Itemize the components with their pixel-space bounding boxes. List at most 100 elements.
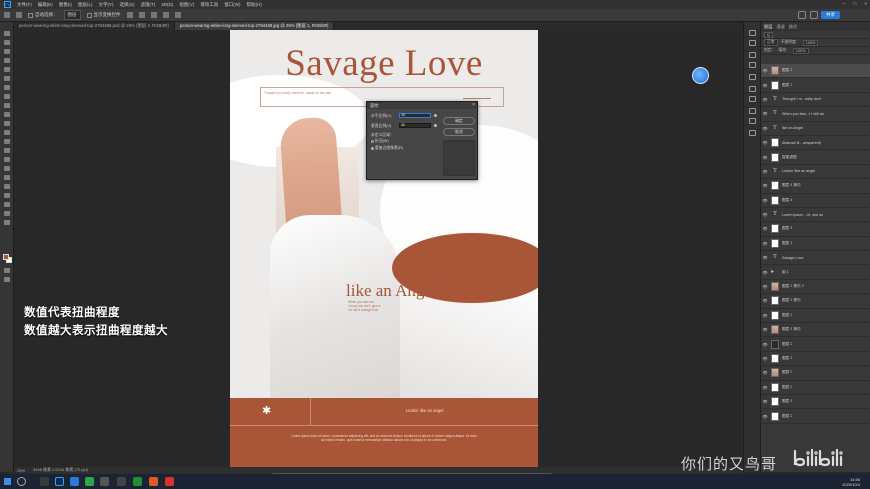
layer-row[interactable]: 👁 图层 4: [761, 194, 870, 208]
visibility-eye-icon[interactable]: 👁: [761, 327, 769, 332]
app-taskbar-icon[interactable]: [165, 477, 174, 486]
task-view-icon[interactable]: [40, 477, 49, 486]
character-icon[interactable]: [749, 108, 756, 114]
menu-filter[interactable]: 滤镜(T): [141, 2, 156, 8]
app-taskbar-icon[interactable]: [117, 477, 126, 486]
visibility-eye-icon[interactable]: 👁: [761, 226, 769, 231]
layer-row[interactable]: 👁 图层 2: [761, 78, 870, 93]
tab-layers[interactable]: 图层: [764, 24, 772, 30]
eraser-tool-icon[interactable]: [4, 130, 10, 135]
visibility-eye-icon[interactable]: 👁: [761, 140, 769, 145]
cancel-button[interactable]: 取消: [443, 128, 475, 136]
tab-channels[interactable]: 通道: [776, 24, 784, 30]
wrap-option[interactable]: 折回(W): [371, 139, 389, 144]
opacity-input[interactable]: 100%: [802, 39, 819, 46]
vertical-scale-input[interactable]: 40: [399, 123, 431, 128]
layer-row[interactable]: 👁 图层 1: [761, 395, 870, 410]
layer-row[interactable]: 👁 图层 3: [761, 222, 870, 237]
distribute-icon[interactable]: [162, 12, 169, 18]
blend-mode-dropdown[interactable]: 正常: [764, 39, 778, 46]
clone-stamp-tool-icon[interactable]: [4, 112, 10, 117]
visibility-eye-icon[interactable]: 👁: [761, 414, 769, 419]
menu-layer[interactable]: 图层(L): [78, 2, 93, 8]
layer-row[interactable]: 👁 图层 2 拷贝 2: [761, 280, 870, 295]
foreground-color-swatch[interactable]: [3, 254, 9, 260]
layer-row[interactable]: 👁 ▸ 组 1: [761, 265, 870, 280]
visibility-eye-icon[interactable]: 👁: [761, 385, 769, 390]
lasso-tool-icon[interactable]: [4, 49, 10, 54]
layer-row[interactable]: 👁 Abstract Ill....ansparent): [761, 136, 870, 151]
move-tool-icon[interactable]: [16, 12, 22, 18]
transform-controls-option[interactable]: 显示变换控件: [86, 12, 121, 18]
canvas-area[interactable]: Savage Love Thought you really loved me,…: [14, 30, 742, 470]
visibility-eye-icon[interactable]: 👁: [761, 241, 769, 246]
eyedropper-tool-icon[interactable]: [4, 85, 10, 90]
layer-row[interactable]: 👁 T Lookin' like an angel: [761, 165, 870, 180]
maximize-button[interactable]: □: [854, 1, 857, 6]
more-options-icon[interactable]: [174, 12, 181, 18]
marquee-tool-icon[interactable]: [4, 40, 10, 45]
photoshop-taskbar-icon[interactable]: [55, 477, 64, 486]
app-taskbar-icon[interactable]: [133, 477, 142, 486]
magic-wand-tool-icon[interactable]: [4, 58, 10, 63]
menu-edit[interactable]: 编辑(E): [38, 2, 53, 8]
frame-tool-icon[interactable]: [4, 76, 10, 81]
path-selection-tool-icon[interactable]: [4, 184, 10, 189]
layer-row[interactable]: 👁 T When you kiss...t I still ws: [761, 107, 870, 122]
layer-row[interactable]: 👁 T Thought I ro...eally don't: [761, 93, 870, 108]
glyphs-icon[interactable]: [749, 130, 756, 136]
menu-image[interactable]: 图像(I): [59, 2, 72, 8]
brush-settings-icon[interactable]: [749, 96, 756, 102]
visibility-eye-icon[interactable]: 👁: [761, 83, 769, 88]
layer-row[interactable]: 👁 图层 1: [761, 352, 870, 367]
visibility-eye-icon[interactable]: 👁: [761, 342, 769, 347]
align-right-icon[interactable]: [150, 12, 157, 18]
radio-icon[interactable]: [371, 139, 374, 143]
transform-controls-checkbox[interactable]: [86, 12, 92, 18]
radio-selected-icon[interactable]: [371, 146, 374, 150]
visibility-eye-icon[interactable]: 👁: [761, 68, 769, 73]
layer-row[interactable]: 👁 图层 0: [761, 409, 870, 424]
visibility-eye-icon[interactable]: 👁: [761, 255, 769, 260]
menu-3d[interactable]: 3D(D): [161, 2, 173, 7]
visibility-eye-icon[interactable]: 👁: [761, 284, 769, 289]
menu-window[interactable]: 窗口(W): [224, 2, 240, 8]
app-taskbar-icon[interactable]: [149, 477, 158, 486]
type-tool-icon[interactable]: [4, 175, 10, 180]
adjustments-icon[interactable]: [749, 86, 756, 92]
info-icon[interactable]: [749, 74, 756, 80]
menu-view[interactable]: 视图(V): [179, 2, 194, 8]
history-brush-tool-icon[interactable]: [4, 121, 10, 126]
close-window-button[interactable]: ×: [864, 1, 867, 6]
minimize-button[interactable]: –: [843, 1, 846, 6]
share-button[interactable]: 共享: [821, 11, 840, 19]
layer-row[interactable]: 👁 图层 4 拷贝: [761, 179, 870, 194]
swatches-icon[interactable]: [749, 62, 756, 68]
tab-psd-document[interactable]: person-wearing-white-long-sleeved-top-27…: [14, 22, 175, 30]
history-icon[interactable]: [749, 30, 756, 36]
layer-row[interactable]: 👁 智能滤镜: [761, 150, 870, 165]
gradient-tool-icon[interactable]: [4, 139, 10, 144]
properties-icon[interactable]: [749, 40, 756, 46]
visibility-eye-icon[interactable]: 👁: [761, 356, 769, 361]
zoom-tool-icon[interactable]: [4, 211, 10, 216]
layer-row[interactable]: 👁 图层 0: [761, 366, 870, 381]
layer-row[interactable]: 👁 图层 2 拷贝: [761, 294, 870, 309]
browser-taskbar-icon[interactable]: [70, 477, 79, 486]
dialog-close-button[interactable]: ×: [472, 102, 475, 108]
crop-tool-icon[interactable]: [4, 67, 10, 72]
visibility-eye-icon[interactable]: 👁: [761, 212, 769, 217]
visibility-eye-icon[interactable]: 👁: [761, 270, 769, 275]
align-left-icon[interactable]: [126, 12, 133, 18]
move-tool-icon[interactable]: [4, 31, 10, 36]
visibility-eye-icon[interactable]: 👁: [761, 399, 769, 404]
visibility-eye-icon[interactable]: 👁: [761, 126, 769, 131]
brush-tool-icon[interactable]: [4, 103, 10, 108]
menu-plugins[interactable]: 增效工具: [200, 2, 218, 8]
visibility-eye-icon[interactable]: 👁: [761, 298, 769, 303]
search-icon[interactable]: [798, 11, 806, 19]
layer-kind-filter[interactable]: Q: [764, 31, 773, 38]
workspace-icon[interactable]: [810, 11, 818, 19]
visibility-eye-icon[interactable]: 👁: [761, 155, 769, 160]
auto-select-checkbox[interactable]: [28, 12, 33, 18]
